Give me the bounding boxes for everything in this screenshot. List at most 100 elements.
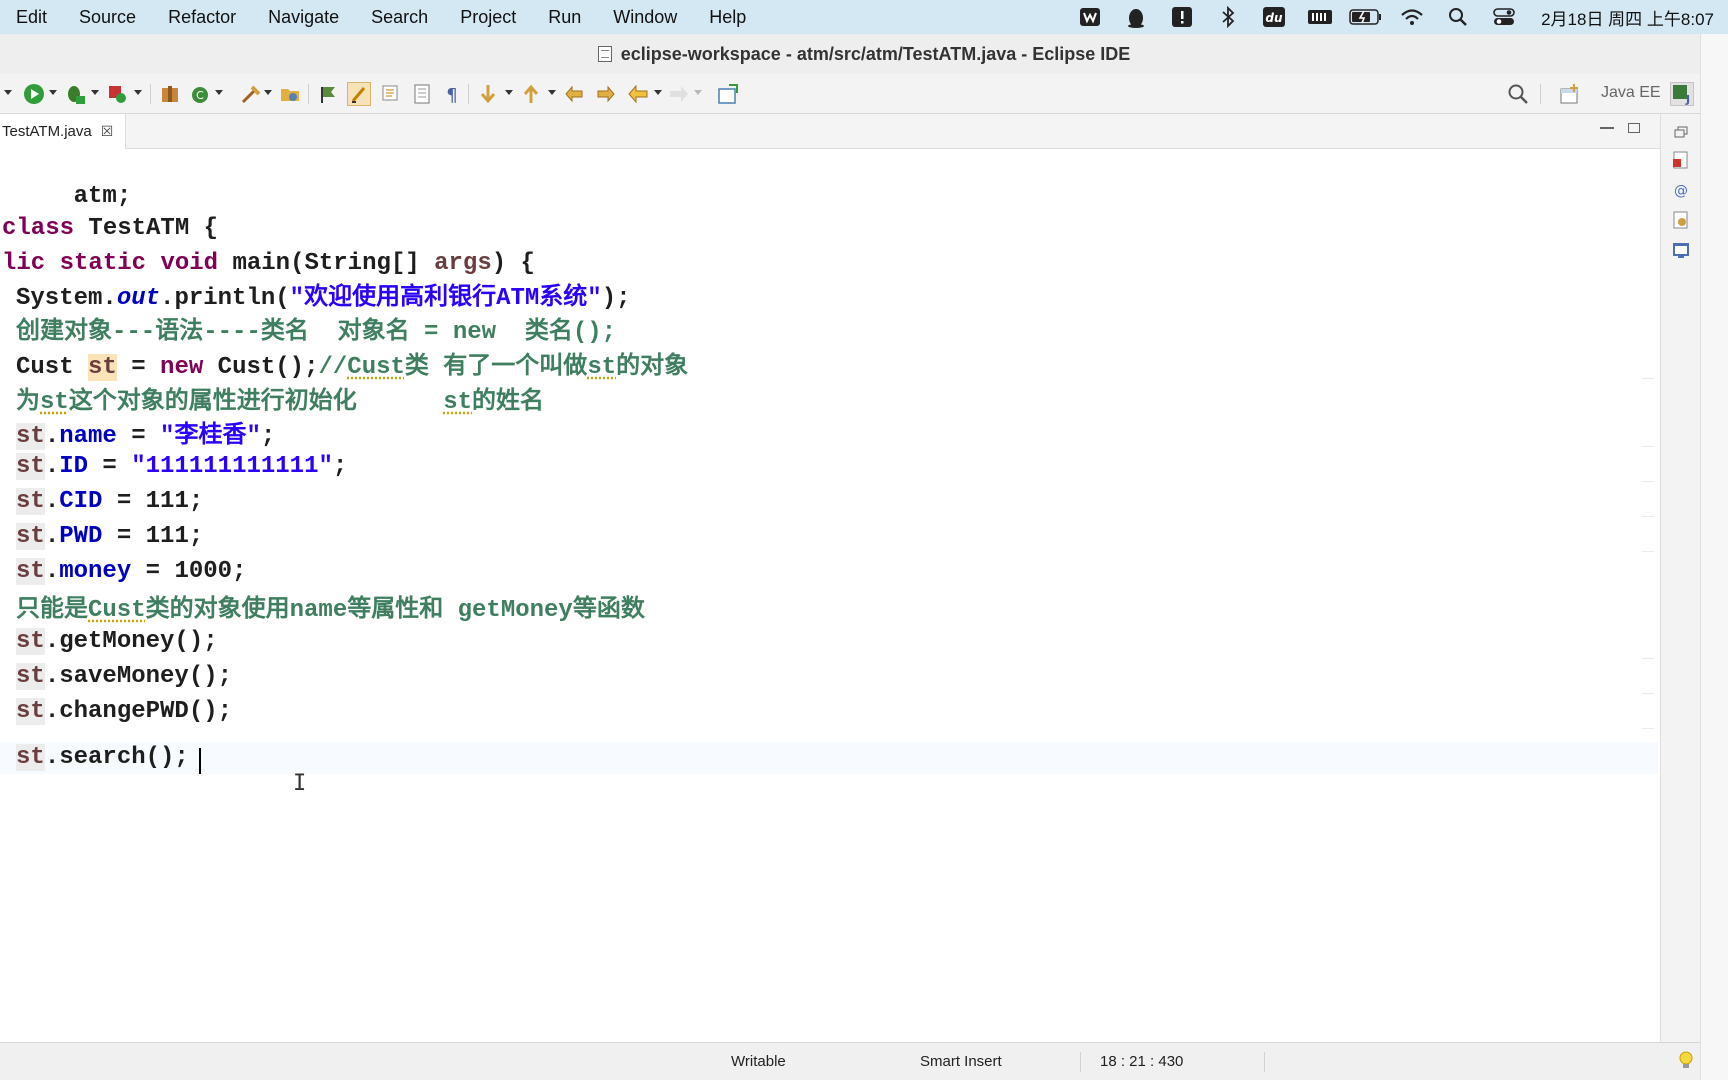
overview-ruler-mark[interactable] <box>1642 481 1654 482</box>
comment-text: 类的对象使用name等属性和 getMoney等函数 <box>145 597 645 624</box>
current-line-highlight <box>0 742 1658 774</box>
code-text: = 111; <box>102 523 204 550</box>
code-text: ) { <box>491 250 535 277</box>
menu-search[interactable]: Search <box>355 7 444 28</box>
menu-source[interactable]: Source <box>63 7 152 28</box>
menu-navigate[interactable]: Navigate <box>252 7 355 28</box>
back-icon[interactable] <box>626 82 650 106</box>
toggle-block-selection-icon[interactable] <box>379 82 403 106</box>
editor-tab-testatm[interactable]: TestATM.java ☒ <box>0 114 127 149</box>
toolbar-separator <box>1540 84 1541 104</box>
overview-ruler-mark[interactable] <box>1642 446 1654 447</box>
overview-ruler-mark[interactable] <box>1642 551 1654 552</box>
status-cursor-position: 18 : 21 : 430 <box>1100 1053 1184 1070</box>
restore-icon[interactable] <box>1671 122 1691 142</box>
back-dropdown-icon[interactable] <box>654 90 662 95</box>
code-line-id: st.ID = "111111111111"; <box>16 453 348 480</box>
battery-charging-icon[interactable] <box>1343 0 1389 34</box>
declaration-view-icon[interactable] <box>1671 210 1691 230</box>
baidu-du-icon[interactable]: du <box>1251 0 1297 34</box>
run-icon[interactable] <box>22 82 46 106</box>
overview-ruler-mark[interactable] <box>1642 378 1654 379</box>
toggle-highlight-icon[interactable] <box>347 82 371 106</box>
overview-ruler-mark[interactable] <box>1642 516 1654 517</box>
code-line-savemoney: st.saveMoney(); <box>16 661 232 693</box>
close-icon[interactable]: ☒ <box>101 123 114 140</box>
run-dropdown-icon[interactable] <box>49 90 57 95</box>
code-text: ; <box>332 453 348 480</box>
variable-st: st <box>16 453 45 480</box>
open-type-icon[interactable] <box>239 82 263 106</box>
lightbulb-tip-icon[interactable] <box>1678 1050 1694 1077</box>
external-tools-icon[interactable] <box>106 82 130 106</box>
control-center-icon[interactable] <box>1481 0 1527 34</box>
open-folder-icon[interactable] <box>278 82 302 106</box>
forward-edit-icon[interactable] <box>593 82 617 106</box>
new-class-icon[interactable]: C <box>188 82 212 106</box>
forward-icon[interactable] <box>667 82 691 106</box>
java-perspective-icon[interactable]: J <box>1670 82 1694 106</box>
console-view-icon[interactable] <box>1671 240 1691 260</box>
menu-help[interactable]: Help <box>693 7 762 28</box>
new-class-dropdown-icon[interactable] <box>215 90 223 95</box>
wps-icon[interactable] <box>1067 0 1113 34</box>
toolbar-separator <box>468 84 469 104</box>
overview-ruler-mark[interactable] <box>1642 658 1654 659</box>
ibeam-cursor-icon: I <box>293 771 307 796</box>
debug-dropdown-icon[interactable] <box>91 90 99 95</box>
status-separator <box>1264 1052 1265 1072</box>
comment-text: // <box>318 354 348 381</box>
minimize-icon[interactable] <box>1600 127 1614 129</box>
problems-view-icon[interactable] <box>1671 150 1691 170</box>
code-text: = 111; <box>102 488 204 515</box>
pin-editor-icon[interactable] <box>716 82 740 106</box>
code-line-getmoney: st.getMoney(); <box>16 626 218 658</box>
forward-dropdown-icon[interactable] <box>694 90 702 95</box>
menu-refactor[interactable]: Refactor <box>152 7 252 28</box>
show-whitespace-doc-icon[interactable] <box>410 82 434 106</box>
previous-annotation-icon[interactable] <box>519 82 543 106</box>
comment-text: st <box>443 389 473 416</box>
menubar-clock[interactable]: 2月18日 周四 上午8:07 <box>1541 5 1714 30</box>
perspective-java-ee[interactable]: Java EE <box>1601 84 1661 102</box>
previous-annotation-dropdown-icon[interactable] <box>548 90 556 95</box>
wifi-icon[interactable] <box>1389 0 1435 34</box>
next-annotation-icon[interactable] <box>476 82 500 106</box>
maximize-icon[interactable] <box>1628 123 1640 133</box>
menu-run[interactable]: Run <box>532 7 597 28</box>
status-separator <box>1080 1052 1081 1072</box>
bluetooth-icon[interactable] <box>1205 0 1251 34</box>
battery-cells-icon[interactable] <box>1297 0 1343 34</box>
overview-ruler-mark[interactable] <box>1642 693 1654 694</box>
code-text: atm; <box>73 183 132 210</box>
code-text: ; <box>260 423 276 450</box>
field: PWD <box>59 523 103 550</box>
search-icon[interactable] <box>1506 82 1530 106</box>
external-tools-dropdown-icon[interactable] <box>134 90 142 95</box>
alert-icon[interactable] <box>1159 0 1205 34</box>
overview-ruler-mark[interactable] <box>1642 728 1654 729</box>
menu-window[interactable]: Window <box>597 7 693 28</box>
debug-icon[interactable] <box>63 82 87 106</box>
open-perspective-icon[interactable] <box>1558 82 1582 106</box>
editor-tab-label: TestATM.java <box>2 123 92 140</box>
javadoc-view-icon[interactable]: @ <box>1671 180 1691 200</box>
new-package-icon[interactable] <box>158 82 182 106</box>
search-marker-icon[interactable] <box>316 82 340 106</box>
code-line-pwd: st.PWD = 111; <box>16 523 204 550</box>
comment-text: 只能是 <box>16 597 88 624</box>
next-annotation-dropdown-icon[interactable] <box>505 90 513 95</box>
last-edit-location-icon[interactable] <box>563 82 587 106</box>
open-type-dropdown-icon[interactable] <box>264 90 272 95</box>
comment-text: 的对象 <box>616 354 689 381</box>
code-line-new-cust: Cust st = new Cust();//Cust类 有了一个叫做st的对象 <box>16 352 688 384</box>
code-line-search: st.search(); <box>16 742 189 774</box>
menu-project[interactable]: Project <box>444 7 532 28</box>
menu-edit[interactable]: Edit <box>0 7 63 28</box>
code-editor[interactable]: atm; class TestATM { lic static void mai… <box>0 149 1658 1042</box>
qq-penguin-icon[interactable] <box>1113 0 1159 34</box>
chevron-down-icon[interactable] <box>4 90 12 95</box>
spotlight-search-icon[interactable] <box>1435 0 1481 34</box>
code-line-cid: st.CID = 111; <box>16 488 204 515</box>
show-whitespace-icon[interactable]: ¶ <box>440 82 464 106</box>
